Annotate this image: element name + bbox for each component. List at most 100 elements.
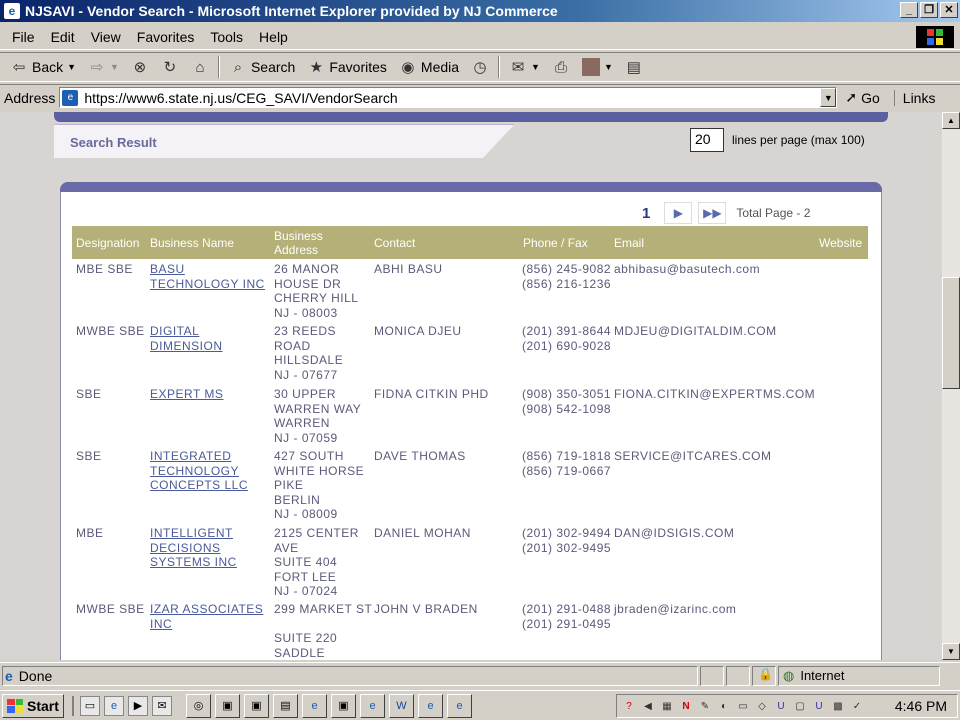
menu-help[interactable]: Help [251, 29, 296, 45]
cell-phones: (201) 291-0488 (201) 291-0495 [522, 602, 611, 631]
cell-name[interactable]: EXPERT MS [150, 387, 223, 402]
stop-button[interactable]: ⊗ [125, 56, 155, 78]
volume-icon[interactable]: ◀ [640, 698, 656, 714]
tray-icon[interactable]: ✓ [849, 698, 865, 714]
cell-line: PIKE [274, 478, 304, 492]
tray-icon[interactable]: ▢ [792, 698, 808, 714]
cell-line[interactable]: DIMENSION [150, 339, 223, 354]
history-button[interactable]: ◷ [465, 56, 495, 78]
menu-file[interactable]: File [4, 29, 43, 45]
back-button[interactable]: ⇦ Back ▼ [4, 56, 82, 78]
outlook-icon[interactable]: ✉ [152, 695, 172, 716]
scroll-down-button[interactable]: ▼ [942, 643, 960, 660]
cell-line: NJ - 07677 [274, 367, 338, 382]
cell-line[interactable]: DIGITAL [150, 324, 223, 339]
home-button[interactable]: ⌂ [185, 56, 215, 78]
cell-designation: MWBE SBE [76, 602, 145, 616]
task-button[interactable]: W [389, 693, 414, 718]
minimize-button[interactable]: _ [900, 2, 918, 18]
cell-line: (856) 245-9082 [522, 262, 612, 276]
cell-line[interactable]: CONCEPTS LLC [150, 478, 248, 493]
tray-icon[interactable]: ✎ [697, 698, 713, 714]
discuss-button[interactable]: ▤ [619, 56, 649, 78]
links-button[interactable]: Links [893, 89, 935, 106]
menu-view[interactable]: View [83, 29, 129, 45]
cell-line: (201) 690-9028 [522, 338, 612, 353]
task-button[interactable]: e [302, 693, 327, 718]
cell-line[interactable]: TECHNOLOGY INC [150, 277, 265, 292]
cell-line[interactable]: INC [150, 617, 263, 632]
address-input[interactable]: e https://www6.state.nj.us/CEG_SAVI/Vend… [59, 87, 838, 108]
address-dropdown[interactable]: ▼ [820, 88, 837, 107]
go-button[interactable]: ➚ Go [845, 89, 879, 106]
cell-line[interactable]: BASU [150, 262, 265, 277]
next-page-button[interactable]: ▶ [664, 202, 693, 224]
tray-icon[interactable]: ◇ [754, 698, 770, 714]
cell-line[interactable]: DECISIONS [150, 541, 237, 556]
cell-designation: MBE SBE [76, 262, 133, 276]
cell-line: SUITE 220 [274, 631, 338, 645]
task-button[interactable]: ◎ [186, 693, 211, 718]
task-button[interactable]: e [447, 693, 472, 718]
cell-email: FIONA.CITKIN@EXPERTMS.COM [614, 387, 816, 401]
task-button[interactable]: ▣ [215, 693, 240, 718]
menu-favorites[interactable]: Favorites [129, 29, 203, 45]
mail-button[interactable]: ✉ ▼ [503, 56, 546, 78]
scroll-thumb[interactable] [942, 277, 960, 389]
task-button[interactable]: ▣ [244, 693, 269, 718]
task-button[interactable]: e [418, 693, 443, 718]
back-arrow-icon: ⇦ [12, 59, 26, 76]
cell-line: HOUSE DR [274, 276, 342, 291]
lines-per-page-input[interactable]: 20 [690, 128, 724, 152]
tray-icon[interactable]: U [811, 698, 827, 714]
menu-tools[interactable]: Tools [202, 29, 251, 45]
tray-icon[interactable]: ▩ [830, 698, 846, 714]
cell-line[interactable]: SYSTEMS INC [150, 555, 237, 570]
cell-line[interactable]: INTELLIGENT [150, 526, 237, 541]
task-button[interactable]: ▤ [273, 693, 298, 718]
cell-line: 2125 CENTER [274, 526, 359, 540]
cell-line[interactable]: IZAR ASSOCIATES [150, 602, 263, 617]
cell-line: BERLIN [274, 492, 321, 507]
tray-icon[interactable]: ? [621, 698, 637, 714]
cell-name[interactable]: DIGITAL DIMENSION [150, 324, 223, 353]
close-button[interactable]: ✕ [940, 2, 958, 18]
tray-icon[interactable]: N [678, 698, 694, 714]
page-viewport: Search Result 20 lines per page (max 100… [0, 112, 942, 660]
address-url: https://www6.state.nj.us/CEG_SAVI/Vendor… [84, 89, 398, 106]
edit-button[interactable]: ▼ [576, 56, 619, 78]
cell-line: NJ - 07059 [274, 430, 338, 445]
cell-line: (201) 302-9494 [522, 526, 612, 540]
tray-icon[interactable]: ▭ [735, 698, 751, 714]
scroll-up-button[interactable]: ▲ [942, 112, 960, 129]
cell-name[interactable]: INTELLIGENT DECISIONS SYSTEMS INC [150, 526, 237, 570]
cell-line: AVE [274, 540, 299, 555]
start-button[interactable]: Start [2, 693, 64, 718]
forward-button[interactable]: ⇨ ▼ [82, 56, 125, 78]
cell-line: (201) 291-0488 [522, 602, 612, 616]
task-button[interactable]: e [360, 693, 385, 718]
tray-icon[interactable]: ▦ [659, 698, 675, 714]
cell-contact: FIDNA CITKIN PHD [374, 387, 489, 401]
last-page-button[interactable]: ▶▶ [698, 202, 727, 224]
cell-name[interactable]: IZAR ASSOCIATES INC [150, 602, 263, 631]
desktop-icon[interactable]: ▭ [80, 695, 100, 716]
task-button[interactable]: ▣ [331, 693, 356, 718]
vertical-scrollbar[interactable]: ▲ ▼ [942, 112, 960, 660]
media-button[interactable]: ◉ Media [393, 56, 465, 78]
tray-icon[interactable]: U [773, 698, 789, 714]
tray-icon[interactable]: ◐ [716, 698, 732, 714]
cell-line[interactable]: EXPERT MS [150, 387, 223, 402]
favorites-button[interactable]: ★ Favorites [301, 56, 393, 78]
cell-name[interactable]: INTEGRATED TECHNOLOGY CONCEPTS LLC [150, 449, 248, 493]
menu-edit[interactable]: Edit [43, 29, 83, 45]
print-button[interactable]: ⎙ [546, 56, 576, 78]
restore-button[interactable]: ❐ [920, 2, 938, 18]
cell-line[interactable]: TECHNOLOGY [150, 464, 248, 479]
cell-name[interactable]: BASU TECHNOLOGY INC [150, 262, 265, 291]
search-button[interactable]: ⌕ Search [223, 56, 301, 78]
refresh-button[interactable]: ↻ [155, 56, 185, 78]
media-player-icon[interactable]: ▶ [128, 695, 148, 716]
cell-line[interactable]: INTEGRATED [150, 449, 248, 464]
ie-quicklaunch-icon[interactable]: e [104, 695, 124, 716]
